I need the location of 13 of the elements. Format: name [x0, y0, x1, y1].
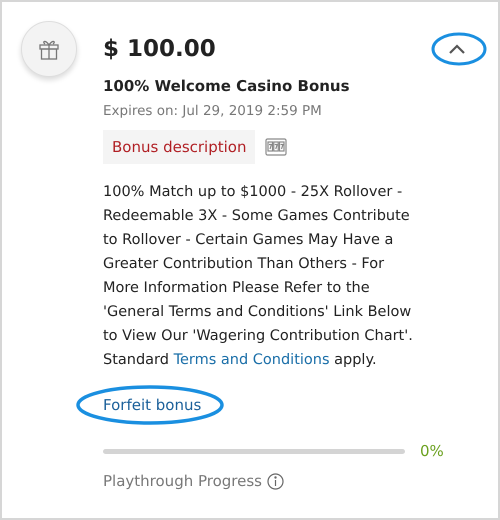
- bonus-amount: $ 100.00: [103, 36, 216, 62]
- bonus-title: 100% Welcome Casino Bonus: [103, 77, 351, 95]
- chevron-up-icon: [448, 43, 466, 55]
- slot-machine-icon: [265, 138, 288, 156]
- terms-link[interactable]: Terms and Conditions: [174, 352, 330, 368]
- tab[interactable]: Bonus description: [103, 130, 256, 164]
- gift-icon: [21, 21, 77, 77]
- bonus-description: 100% Match up to $1000 - 25X Rollover - Redeemable 3X - Some Games Contribute to Rollover - Certain Games May Have a Greater Contribution Than Others - For More Information Please Refer to the 'General Terms and Conditions' Link Below to View Our 'Wagering Contribution Chart'. Standard Terms and Conditions apply.: [103, 183, 414, 370]
- progress-label: Playthrough Progress: [103, 472, 262, 490]
- info-icon: [267, 472, 284, 490]
- progress-percent: 0%: [420, 442, 444, 460]
- highlight-ellipse: [430, 30, 488, 68]
- expiry-date: Expires on: Jul 29, 2019 2:59 PM: [103, 103, 323, 119]
